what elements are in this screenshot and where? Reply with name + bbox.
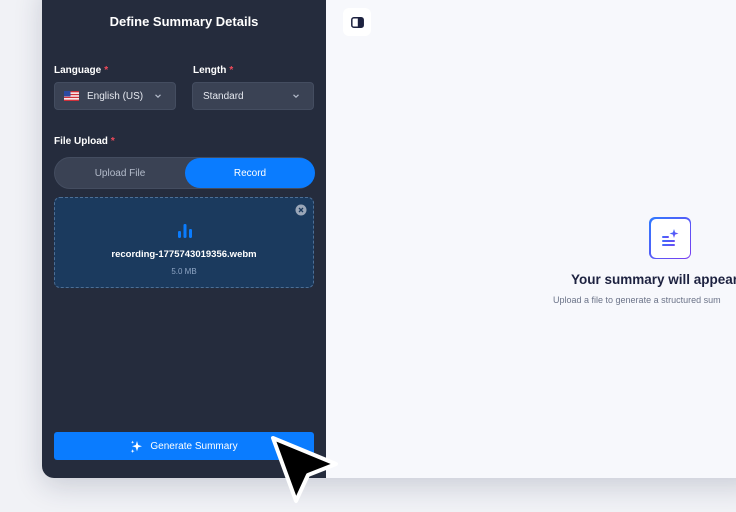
language-value: English (US) [87, 90, 144, 102]
chevron-down-icon [155, 94, 161, 99]
language-select[interactable]: English (US) [54, 82, 176, 110]
length-value: Standard [203, 90, 244, 102]
mouse-pointer-icon [271, 436, 338, 503]
file-name: recording-1775743019356.webm [111, 249, 257, 260]
required-marker: * [104, 65, 109, 76]
summary-sparkle-icon [662, 229, 679, 246]
summary-settings-panel: Define Summary Details Language * English… [42, 0, 326, 478]
summary-output-area: Your summary will appear Upload a file t… [326, 0, 736, 478]
audio-bars-icon [178, 224, 192, 238]
app-window: Define Summary Details Language * English… [42, 0, 736, 478]
summary-placeholder-icon [649, 217, 691, 259]
file-upload-label: File Upload * [54, 136, 115, 147]
tab-record[interactable]: Record [185, 158, 315, 188]
chevron-down-icon [293, 94, 299, 99]
generate-summary-label: Generate Summary [150, 440, 238, 452]
sparkle-icon [131, 440, 143, 453]
length-label: Length * [193, 65, 234, 76]
uploaded-file-card: recording-1775743019356.webm 5.0 MB [54, 197, 314, 288]
toggle-sidebar-button[interactable] [343, 8, 371, 36]
us-flag-icon [64, 91, 79, 101]
language-label: Language * [54, 65, 109, 76]
required-marker: * [229, 65, 234, 76]
required-marker: * [110, 136, 115, 147]
upload-mode-toggle: Upload File Record [54, 157, 315, 189]
empty-state-title: Your summary will appear [571, 272, 736, 287]
panel-title: Define Summary Details [109, 14, 259, 29]
empty-state-subtitle: Upload a file to generate a structured s… [553, 295, 721, 305]
tab-upload-file[interactable]: Upload File [55, 158, 185, 188]
file-size: 5.0 MB [171, 267, 197, 276]
length-select[interactable]: Standard [192, 82, 314, 110]
sidebar-toggle-icon [350, 16, 364, 28]
remove-file-icon[interactable] [295, 204, 307, 216]
